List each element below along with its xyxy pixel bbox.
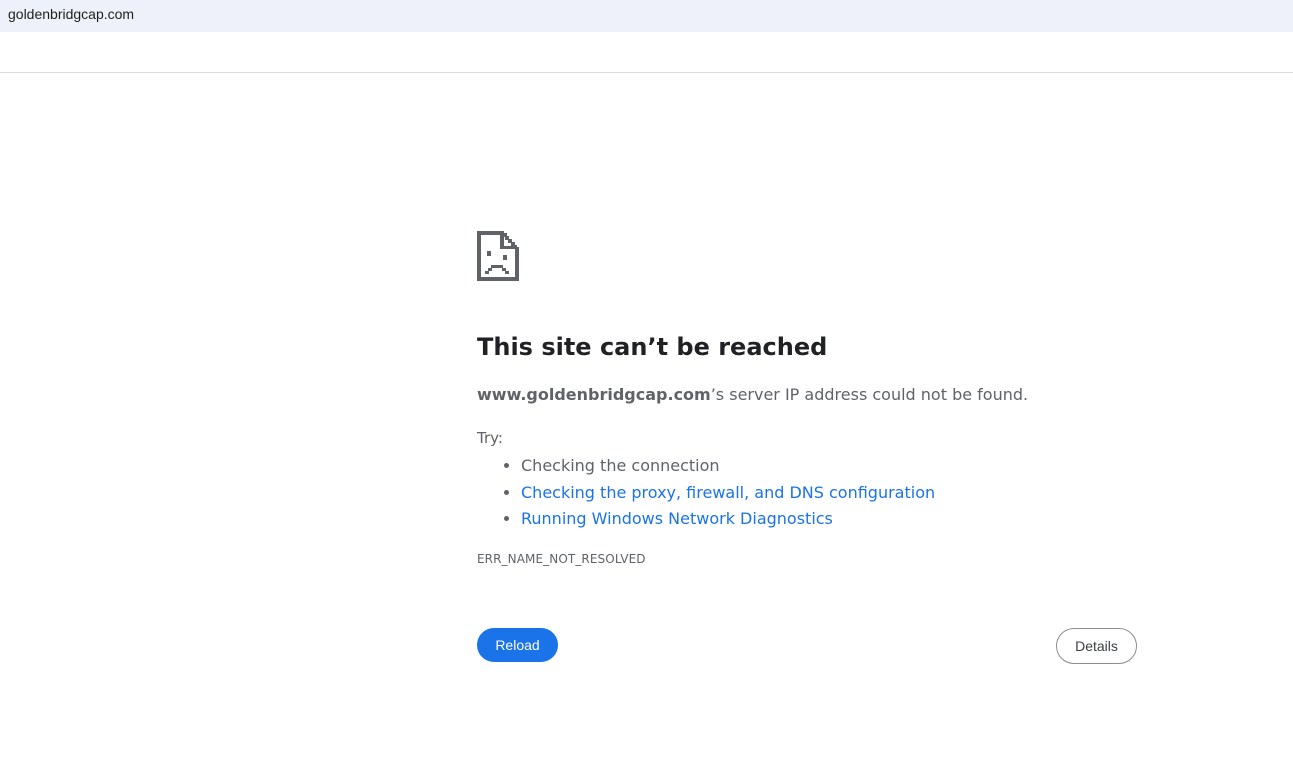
details-button[interactable]: Details	[1056, 628, 1137, 664]
address-bar[interactable]: goldenbridgcap.com	[0, 0, 1293, 32]
suggestions-list: Checking the connection Checking the pro…	[477, 453, 935, 533]
error-host: www.goldenbridgcap.com	[477, 385, 711, 404]
reload-button[interactable]: Reload	[477, 628, 558, 662]
error-summary-text: ’s server IP address could not be found.	[710, 385, 1029, 404]
suggestion-check-proxy[interactable]: Checking the proxy, firewall, and DNS co…	[521, 480, 935, 507]
toolbar-divider	[0, 72, 1293, 73]
suggestion-label: Checking the connection	[521, 456, 720, 475]
error-code: ERR_NAME_NOT_RESOLVED	[477, 552, 646, 566]
try-label: Try:	[477, 429, 503, 447]
suggestion-link-diagnostics[interactable]: Running Windows Network Diagnostics	[521, 509, 833, 528]
suggestion-network-diagnostics[interactable]: Running Windows Network Diagnostics	[521, 506, 935, 533]
address-bar-url[interactable]: goldenbridgcap.com	[8, 6, 134, 22]
suggestion-check-connection: Checking the connection	[521, 453, 935, 480]
page-title: This site can’t be reached	[477, 333, 828, 361]
sad-page-icon	[477, 231, 519, 281]
suggestion-link-proxy[interactable]: Checking the proxy, firewall, and DNS co…	[521, 483, 935, 502]
error-summary: www.goldenbridgcap.com’s server IP addre…	[477, 385, 1028, 404]
